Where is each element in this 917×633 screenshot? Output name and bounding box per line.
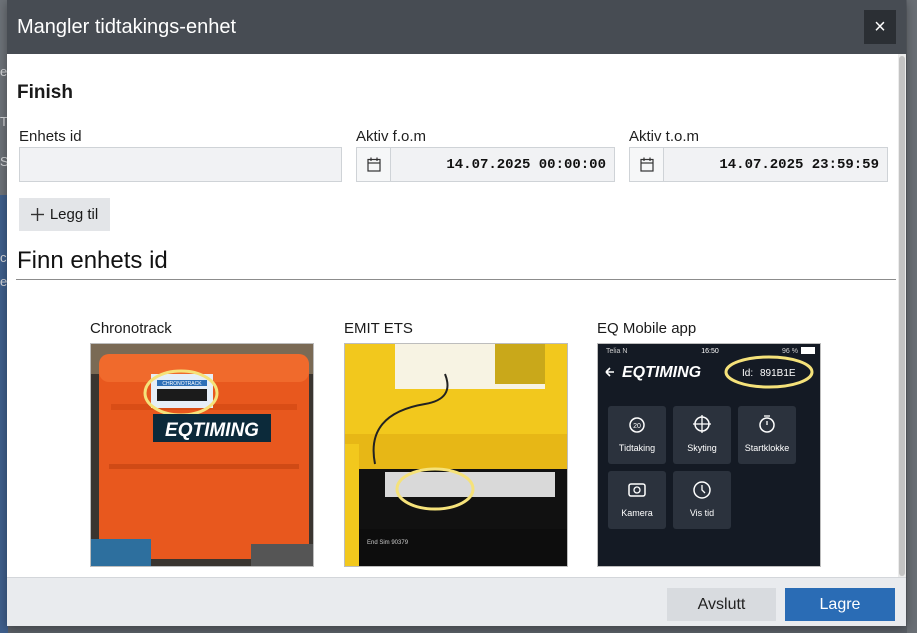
active-to-field[interactable]: 14.07.2025 23:59:59 bbox=[629, 147, 888, 182]
eq-mobile-app-screenshot: Telia N 16:50 96 % EQTIMING Id: 891B1E 2… bbox=[597, 343, 821, 567]
add-button[interactable]: Legg til bbox=[19, 198, 110, 231]
calendar-icon[interactable] bbox=[630, 148, 664, 181]
svg-text:EQTIMING: EQTIMING bbox=[622, 364, 701, 381]
svg-text:Vis tid: Vis tid bbox=[690, 508, 714, 518]
chronotrack-photo: CHRONOTRACK EQTIMING bbox=[90, 343, 314, 567]
dialog-footer: Avslutt Lagre bbox=[7, 577, 906, 626]
dialog-title: Mangler tidtakings-enhet bbox=[17, 15, 237, 38]
close-icon: × bbox=[874, 15, 886, 38]
sticker-text: CHRONOTRACK bbox=[162, 381, 202, 387]
close-button[interactable]: × bbox=[864, 10, 896, 44]
svg-text:Skyting: Skyting bbox=[687, 443, 717, 453]
plus-icon bbox=[30, 208, 44, 221]
svg-text:96 %: 96 % bbox=[782, 348, 798, 355]
divider bbox=[16, 279, 896, 280]
active-to-label: Aktiv t.o.m bbox=[629, 128, 700, 145]
svg-text:Tidtaking: Tidtaking bbox=[619, 443, 655, 453]
device-card-emit-ets: EMIT ETS End Sim 90379 bbox=[344, 320, 568, 567]
svg-text:Telia N: Telia N bbox=[606, 348, 627, 355]
unit-id-label: Enhets id bbox=[19, 128, 82, 145]
device-label: Chronotrack bbox=[90, 320, 172, 337]
active-from-field[interactable]: 14.07.2025 00:00:00 bbox=[356, 147, 615, 182]
svg-text:Id:: Id: bbox=[742, 368, 753, 379]
svg-text:16:50: 16:50 bbox=[701, 348, 719, 355]
find-unit-heading: Finn enhets id bbox=[17, 247, 168, 274]
dialog-body: Finish Enhets id Aktiv f.o.m 14.07.2025 … bbox=[7, 54, 906, 577]
section-title: Finish bbox=[17, 82, 73, 103]
unit-id-input[interactable] bbox=[19, 147, 342, 182]
calendar-icon[interactable] bbox=[357, 148, 391, 181]
save-button[interactable]: Lagre bbox=[785, 588, 895, 621]
background-page-edge-right bbox=[907, 0, 917, 633]
missing-timing-unit-dialog: Mangler tidtakings-enhet × Finish Enhets… bbox=[7, 0, 906, 626]
active-from-label: Aktiv f.o.m bbox=[356, 128, 427, 145]
ets-label-text: End Sim 90379 bbox=[367, 540, 409, 546]
cancel-button[interactable]: Avslutt bbox=[667, 588, 776, 621]
emit-ets-photo: End Sim 90379 bbox=[344, 343, 568, 567]
scrollbar[interactable] bbox=[898, 54, 906, 577]
device-label: EQ Mobile app bbox=[597, 320, 697, 337]
scrollbar-thumb[interactable] bbox=[899, 56, 905, 576]
svg-text:891B1E: 891B1E bbox=[760, 368, 796, 379]
device-card-chronotrack: Chronotrack CHRONOTRACK EQTIMING bbox=[90, 320, 314, 567]
svg-text:Kamera: Kamera bbox=[621, 508, 653, 518]
active-to-value[interactable]: 14.07.2025 23:59:59 bbox=[664, 148, 887, 181]
background-text: c bbox=[0, 250, 7, 265]
device-label: EMIT ETS bbox=[344, 320, 413, 337]
dialog-header: Mangler tidtakings-enhet × bbox=[7, 0, 906, 54]
svg-text:20: 20 bbox=[633, 423, 641, 430]
add-button-label: Legg til bbox=[49, 206, 99, 223]
active-from-value[interactable]: 14.07.2025 00:00:00 bbox=[391, 148, 614, 181]
svg-text:Startklokke: Startklokke bbox=[745, 443, 790, 453]
case-logo-text: EQTIMING bbox=[165, 420, 259, 441]
device-card-eq-mobile-app: EQ Mobile app Telia N 16:50 96 % EQTIMIN… bbox=[597, 320, 821, 567]
